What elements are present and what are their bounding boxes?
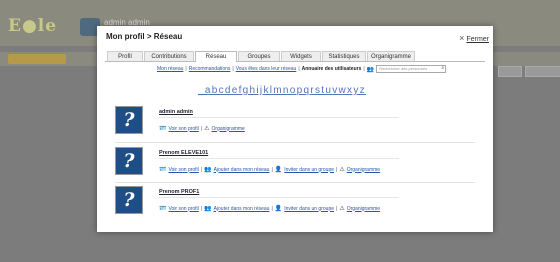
network-subnav: Mon réseau | Recommandations | Vous êtes… — [157, 65, 447, 73]
separator: | — [298, 66, 300, 72]
recommendations-link[interactable]: Recommandations — [189, 66, 231, 72]
divider — [115, 182, 475, 183]
tab-widgets[interactable]: Widgets — [281, 51, 321, 61]
org-chart-icon: ⚠ — [339, 167, 345, 173]
add-to-network-link[interactable]: Ajouter dans mon réseau — [214, 206, 270, 212]
name-underline — [159, 158, 399, 159]
modal-title: Mon profil > Réseau — [106, 32, 183, 41]
tab-statistiques[interactable]: Statistiques — [322, 51, 366, 61]
app-logo: E●le — [8, 16, 58, 36]
view-profile-link[interactable]: Voir son profil — [168, 206, 198, 212]
user-actions: 🪪 Voir son profil | 👥 Ajouter dans mon r… — [159, 166, 380, 174]
people-icon: 👥 — [366, 66, 375, 73]
user-name-link[interactable]: Prenom ELEVE101 — [159, 150, 208, 156]
org-chart-icon: ⚠ — [204, 126, 210, 132]
background-button — [498, 66, 522, 77]
separator: | — [185, 66, 187, 72]
group-icon: 👤 — [274, 167, 283, 173]
add-user-icon: 👥 — [204, 206, 212, 212]
profile-card-icon: 🪪 — [159, 167, 167, 173]
org-chart-link[interactable]: Organigramme — [211, 126, 244, 132]
org-chart-link[interactable]: Organigramme — [347, 167, 380, 173]
separator: | — [271, 166, 273, 173]
tab-organigramme[interactable]: Organigramme — [367, 51, 415, 61]
close-button[interactable]: × Fermer — [459, 33, 489, 43]
directory-label: Annuaire des utilisateurs — [301, 66, 362, 72]
add-user-icon: 👥 — [204, 167, 212, 173]
add-to-network-link[interactable]: Ajouter dans mon réseau — [214, 167, 270, 173]
tab-reseau[interactable]: Réseau — [195, 51, 237, 62]
user-actions: 🪪 Voir son profil | 👥 Ajouter dans mon r… — [159, 205, 380, 213]
separator: | — [363, 66, 365, 72]
unknown-user-icon: ? — [123, 188, 135, 211]
close-link[interactable]: Fermer — [466, 36, 489, 43]
org-chart-link[interactable]: Organigramme — [347, 206, 380, 212]
profile-card-icon: 🪪 — [159, 126, 167, 132]
user-name-link[interactable]: admin admin — [159, 109, 193, 115]
name-underline — [159, 197, 399, 198]
user-avatar[interactable]: ? — [115, 106, 143, 134]
background-button — [525, 66, 560, 77]
unknown-user-icon: ? — [123, 149, 135, 172]
unknown-user-icon: ? — [123, 108, 135, 131]
name-underline — [159, 117, 399, 118]
search-icon[interactable]: ⌕ — [441, 65, 444, 71]
search-input[interactable]: Rechercher des personnes ⌕ — [376, 65, 447, 73]
separator: | — [200, 166, 203, 173]
user-avatar[interactable]: ? — [115, 186, 143, 214]
alphabet-letters[interactable]: _abcdefghijklmnopqrstuvwxyz — [198, 85, 366, 96]
tab-profil[interactable]: Profil — [107, 51, 143, 61]
close-icon[interactable]: × — [459, 33, 464, 43]
invite-group-link[interactable]: Inviter dans un groupe — [284, 206, 334, 212]
user-name-link[interactable]: Prenom PROF1 — [159, 189, 199, 195]
tab-groupes[interactable]: Groupes — [238, 51, 280, 61]
my-network-link[interactable]: Mon réseau — [157, 66, 183, 72]
group-icon: 👤 — [274, 206, 283, 212]
background-orange-button — [8, 54, 66, 64]
tab-contributions[interactable]: Contributions — [144, 51, 194, 61]
search-placeholder: Rechercher des personnes — [379, 66, 428, 71]
divider — [115, 142, 475, 143]
separator: | — [271, 205, 273, 212]
profile-modal: Mon profil > Réseau × Fermer Profil Contr… — [97, 26, 493, 232]
in-networks-link[interactable]: Vous êtes dans leur réseau — [236, 66, 297, 72]
view-profile-link[interactable]: Voir son profil — [168, 126, 198, 132]
org-chart-icon: ⚠ — [339, 206, 345, 212]
user-avatar[interactable]: ? — [115, 147, 143, 175]
separator: | — [336, 205, 338, 212]
view-profile-link[interactable]: Voir son profil — [168, 167, 198, 173]
invite-group-link[interactable]: Inviter dans un groupe — [284, 167, 334, 173]
separator: | — [200, 125, 203, 132]
profile-card-icon: 🪪 — [159, 206, 167, 212]
separator: | — [200, 205, 203, 212]
tab-bar: Profil Contributions Réseau Groupes Widg… — [105, 51, 485, 62]
separator: | — [232, 66, 234, 72]
user-actions: 🪪 Voir son profil | ⚠ Organigramme — [159, 125, 245, 133]
alphabet-filter[interactable]: _abcdefghijklmnopqrstuvwxyz — [198, 85, 366, 96]
separator: | — [336, 166, 338, 173]
